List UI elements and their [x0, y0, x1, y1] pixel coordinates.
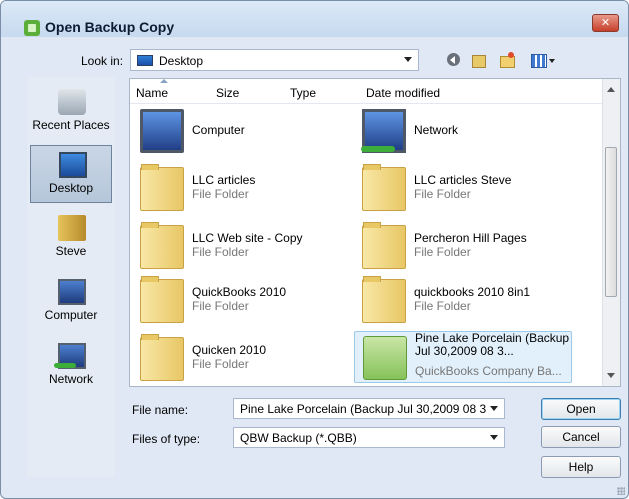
item-name: Percheron Hill Pages — [414, 231, 527, 245]
list-item-folder[interactable]: quickbooks 2010 8in1 File Folder — [354, 275, 572, 327]
column-size[interactable]: Size — [216, 86, 239, 100]
folder-icon — [140, 334, 184, 381]
chevron-down-icon — [490, 435, 498, 440]
item-name: Pine Lake Porcelain (Backup Jul 30,2009 … — [415, 331, 570, 358]
file-type-dropdown[interactable]: QBW Backup (*.QBB) — [233, 427, 505, 448]
file-list[interactable]: Name Size Type Date modified Computer Ne… — [129, 78, 621, 387]
item-type: File Folder — [414, 245, 471, 259]
computer-icon — [140, 109, 184, 153]
scroll-down-icon[interactable] — [607, 373, 615, 378]
item-name: QuickBooks 2010 — [192, 285, 287, 299]
list-item-backup-file[interactable]: Pine Lake Porcelain (Backup Jul 30,2009 … — [354, 331, 572, 383]
dialog-title: Open Backup Copy — [45, 19, 175, 35]
sort-ascending-icon — [160, 79, 168, 83]
desktop-icon — [137, 55, 153, 66]
up-folder-icon[interactable] — [469, 50, 489, 70]
item-type: QuickBooks Company Ba... — [415, 364, 562, 378]
new-folder-icon[interactable] — [497, 50, 517, 70]
column-name[interactable]: Name — [136, 86, 168, 100]
back-icon[interactable] — [444, 50, 464, 70]
item-name: Computer — [192, 123, 245, 137]
list-item-folder[interactable]: Percheron Hill Pages File Folder — [354, 221, 572, 273]
help-button[interactable]: Help — [541, 456, 621, 478]
network-icon — [361, 109, 406, 153]
open-button[interactable]: Open — [541, 398, 621, 420]
scroll-up-icon[interactable] — [607, 87, 615, 92]
folder-icon — [362, 164, 406, 211]
place-network[interactable]: Network — [30, 337, 112, 395]
computer-icon — [58, 279, 86, 305]
list-item-folder[interactable]: LLC articles File Folder — [132, 163, 350, 215]
place-label: Recent Places — [32, 118, 110, 132]
look-in-dropdown[interactable]: Desktop — [130, 49, 419, 71]
place-steve[interactable]: Steve — [30, 209, 112, 267]
look-in-value: Desktop — [159, 54, 204, 68]
folder-icon — [362, 276, 406, 323]
item-type: File Folder — [192, 187, 249, 201]
file-name-label: File name: — [132, 403, 189, 417]
scrollbar-thumb[interactable] — [605, 147, 617, 297]
file-type-label: Files of type: — [132, 432, 201, 446]
close-button[interactable]: ✕ — [592, 14, 619, 32]
place-label: Computer — [44, 308, 98, 322]
item-type: File Folder — [414, 299, 471, 313]
title-bar: Open Backup Copy ✕ — [1, 1, 628, 37]
column-date-modified[interactable]: Date modified — [366, 86, 440, 100]
column-type[interactable]: Type — [290, 86, 316, 100]
chevron-down-icon[interactable] — [490, 406, 498, 411]
folder-icon — [140, 276, 184, 323]
list-item-network[interactable]: Network — [354, 105, 572, 157]
view-menu-icon[interactable] — [529, 50, 557, 70]
place-desktop[interactable]: Desktop — [30, 145, 112, 203]
place-recent-places[interactable]: Recent Places — [30, 83, 112, 141]
place-label: Network — [48, 372, 93, 386]
list-item-folder[interactable]: Quicken 2010 File Folder — [132, 333, 350, 385]
item-name: LLC articles Steve — [414, 173, 512, 187]
file-type-value: QBW Backup (*.QBB) — [240, 431, 357, 445]
item-name: Network — [414, 123, 459, 137]
resize-grip-icon[interactable] — [617, 487, 625, 495]
quickbooks-app-icon — [24, 20, 40, 36]
places-bar: Recent Places Desktop Steve Computer Net… — [27, 77, 115, 477]
desktop-icon — [59, 152, 87, 178]
list-item-folder[interactable]: LLC articles Steve File Folder — [354, 163, 572, 215]
list-item-folder[interactable]: QuickBooks 2010 File Folder — [132, 275, 350, 327]
user-folder-icon — [58, 215, 86, 241]
chevron-down-icon — [404, 57, 412, 62]
cancel-button[interactable]: Cancel — [541, 426, 621, 448]
look-in-label: Look in: — [81, 54, 124, 68]
place-label: Steve — [55, 244, 87, 258]
item-type: File Folder — [192, 357, 249, 371]
place-computer[interactable]: Computer — [30, 273, 112, 331]
item-name: Quicken 2010 — [192, 343, 267, 357]
folder-icon — [140, 164, 184, 211]
quickbooks-backup-file-icon — [363, 336, 407, 380]
recent-places-icon — [58, 89, 86, 115]
folder-icon — [362, 222, 406, 269]
file-name-input[interactable]: Pine Lake Porcelain (Backup Jul 30,2009 … — [233, 398, 505, 419]
item-name: LLC articles — [192, 173, 256, 187]
item-type: File Folder — [414, 187, 471, 201]
item-type: File Folder — [192, 245, 249, 259]
list-item-folder[interactable]: LLC Web site - Copy File Folder — [132, 221, 350, 273]
item-name: LLC Web site - Copy — [192, 231, 303, 245]
item-type: File Folder — [192, 299, 249, 313]
file-name-value: Pine Lake Porcelain (Backup Jul 30,2009 … — [240, 402, 487, 416]
list-item-computer[interactable]: Computer — [132, 105, 350, 157]
folder-icon — [140, 222, 184, 269]
open-backup-dialog: Open Backup Copy ✕ Look in: Desktop Rece… — [0, 0, 629, 499]
network-icon — [54, 343, 86, 369]
place-label: Desktop — [48, 181, 94, 195]
vertical-scrollbar[interactable] — [602, 79, 620, 386]
column-header: Name Size Type Date modified — [130, 79, 603, 104]
item-name: quickbooks 2010 8in1 — [414, 285, 531, 299]
